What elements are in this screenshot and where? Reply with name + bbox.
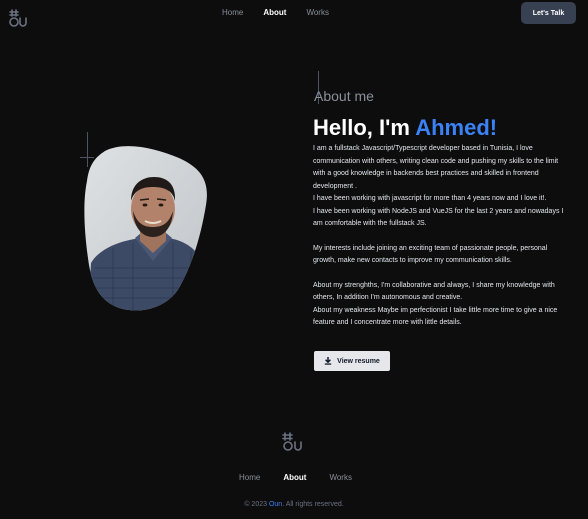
footer-nav-works-link[interactable]: Works	[329, 473, 352, 482]
name-text: Ahmed!	[415, 115, 498, 140]
view-resume-label: View resume	[337, 357, 380, 365]
nav-home-link[interactable]: Home	[222, 8, 243, 17]
brand-link[interactable]: Oun	[269, 501, 282, 508]
copyright-prefix: © 2023	[244, 501, 268, 508]
bio-paragraph: About my strenghths, I'm collaborative a…	[313, 281, 555, 302]
greeting-text: Hello, I'm	[313, 115, 410, 140]
copyright-text: © 2023 Oun. All rights reserved.	[0, 501, 588, 508]
copyright-suffix: . All rights reserved.	[282, 501, 344, 508]
nav-about-link[interactable]: About	[263, 8, 286, 17]
page: Home About Works Let's Talk About me Hel…	[0, 0, 588, 519]
view-resume-button[interactable]: View resume	[314, 351, 390, 371]
bio-text: I am a fullstack Javascript/Typescript d…	[313, 143, 565, 330]
profile-photo	[84, 146, 207, 311]
page-title: Hello, I'm Ahmed!	[313, 115, 497, 141]
logo-icon[interactable]	[7, 7, 29, 29]
main-nav: Home About Works	[222, 8, 329, 17]
bio-paragraph: I am a fullstack Javascript/Typescript d…	[313, 145, 559, 190]
footer-nav: Home About Works	[239, 473, 352, 482]
bio-paragraph: I have been working with javascript for …	[313, 195, 547, 202]
lets-talk-button[interactable]: Let's Talk	[521, 2, 576, 24]
footer-logo-icon[interactable]	[280, 431, 305, 453]
bio-paragraph: My interests include joining an exciting…	[313, 244, 548, 265]
footer-nav-home-link[interactable]: Home	[239, 473, 260, 482]
bio-paragraph: I have been working with NodeJS and VueJ…	[313, 207, 564, 228]
nav-works-link[interactable]: Works	[306, 8, 329, 17]
download-icon	[324, 357, 332, 365]
section-label: About me	[314, 88, 374, 104]
footer-nav-about-link[interactable]: About	[283, 473, 306, 482]
bio-paragraph: About my weakness Maybe im perfectionist…	[313, 306, 558, 327]
